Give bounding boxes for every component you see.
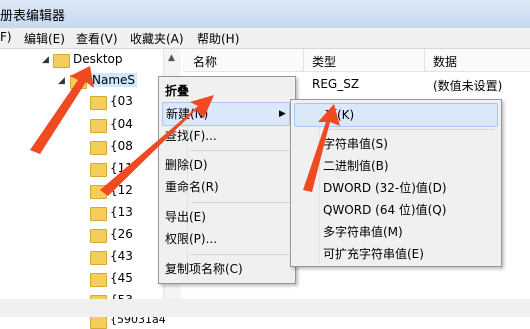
menu-item-export[interactable]: 导出(E) xyxy=(163,206,289,228)
menu-item-label: 新建(N) xyxy=(166,107,209,121)
expand-arrow-icon[interactable]: ◢ xyxy=(58,76,65,86)
tree-item[interactable]: {12 xyxy=(110,183,133,197)
tree-item[interactable]: {43 xyxy=(110,249,133,263)
menu-view[interactable]: 查看(V) xyxy=(76,30,118,47)
new-submenu: 项(K) 字符串值(S) 二进制值(B) DWORD (32-位)值(D) QW… xyxy=(290,99,502,267)
menu-separator xyxy=(323,129,495,130)
submenu-item-binary[interactable]: 二进制值(B) xyxy=(295,155,497,177)
folder-icon xyxy=(90,119,107,133)
menu-item-label: 折叠 xyxy=(165,84,190,98)
menu-help[interactable]: 帮助(H) xyxy=(197,30,239,47)
menu-item-label: 可扩充字符串值(E) xyxy=(323,247,424,261)
folder-icon xyxy=(90,185,107,199)
folder-icon xyxy=(90,163,107,177)
row-data: (数值未设置) xyxy=(433,79,503,93)
folder-icon xyxy=(53,54,70,68)
menu-item-label: 查找(F)... xyxy=(165,129,217,143)
tree-item[interactable]: {13 xyxy=(110,205,133,219)
folder-icon xyxy=(90,207,107,221)
menu-item-label: 权限(P)... xyxy=(165,232,218,246)
menu-favorites[interactable]: 收藏夹(A) xyxy=(130,30,184,47)
menu-edit[interactable]: 编辑(E) xyxy=(24,30,65,47)
menu-separator xyxy=(191,150,291,151)
tree-item[interactable]: {11 xyxy=(110,161,133,175)
menu-item-label: 导出(E) xyxy=(165,210,206,224)
submenu-item-dword[interactable]: DWORD (32-位)值(D) xyxy=(295,177,497,199)
menu-separator xyxy=(191,254,291,255)
expand-arrow-icon[interactable]: ◢ xyxy=(42,55,49,65)
status-strip xyxy=(0,299,530,317)
menu-item-label: 项(K) xyxy=(325,108,355,122)
submenu-item-expandable-string[interactable]: 可扩充字符串值(E) xyxy=(295,243,497,265)
registry-tree[interactable]: ◢ Desktop ◢ NameS {03 {04 {08 {11 {12 {1… xyxy=(0,49,181,329)
submenu-item-qword[interactable]: QWORD (64 位)值(Q) xyxy=(295,199,497,221)
menu-item-new[interactable]: 新建(N) ▶ xyxy=(162,102,290,126)
column-name[interactable]: 名称 xyxy=(193,53,217,70)
folder-icon xyxy=(90,141,107,155)
menu-item-permissions[interactable]: 权限(P)... xyxy=(163,228,289,250)
menu-file[interactable]: F) xyxy=(0,30,12,44)
tree-item[interactable]: {04 xyxy=(110,117,133,131)
list-header: 名称 类型 数据 xyxy=(183,49,530,72)
folder-icon xyxy=(90,251,107,265)
window-title: 册表编辑器 xyxy=(0,9,66,24)
tree-item[interactable]: {08 xyxy=(110,139,133,153)
column-divider[interactable] xyxy=(424,49,425,71)
folder-icon xyxy=(90,229,107,243)
menu-item-copy-key-name[interactable]: 复制项名称(C) xyxy=(163,258,289,280)
menu-item-label: 多字符串值(M) xyxy=(323,225,403,239)
submenu-item-multi-string[interactable]: 多字符串值(M) xyxy=(295,221,497,243)
menu-item-rename[interactable]: 重命名(R) xyxy=(163,176,289,198)
folder-icon xyxy=(90,96,107,110)
submenu-item-string[interactable]: 字符串值(S) xyxy=(295,133,497,155)
menu-separator xyxy=(191,202,291,203)
folder-icon xyxy=(70,75,87,89)
menu-item-label: 二进制值(B) xyxy=(323,159,389,173)
column-data[interactable]: 数据 xyxy=(433,53,457,70)
menu-item-collapse[interactable]: 折叠 xyxy=(163,80,289,102)
folder-icon xyxy=(90,273,107,287)
tree-item-namespace[interactable]: NameS xyxy=(90,73,138,87)
tree-item[interactable]: {03 xyxy=(110,94,133,108)
title-bar: 册表编辑器 xyxy=(0,0,530,28)
menu-bar: F) 编辑(E) 查看(V) 收藏夹(A) 帮助(H) xyxy=(0,28,530,49)
tree-item[interactable]: {45 xyxy=(110,271,133,285)
folder-icon xyxy=(90,315,107,329)
submenu-arrow-icon: ▶ xyxy=(279,109,286,119)
menu-item-label: DWORD (32-位)值(D) xyxy=(323,181,447,195)
menu-item-label: QWORD (64 位)值(Q) xyxy=(323,203,447,217)
menu-item-label: 删除(D) xyxy=(165,158,208,172)
row-type: REG_SZ xyxy=(312,77,360,91)
context-menu: 折叠 新建(N) ▶ 查找(F)... 删除(D) 重命名(R) 导出(E) 权… xyxy=(158,76,296,284)
scroll-up-icon[interactable]: ▲ xyxy=(168,53,175,63)
menu-item-label: 重命名(R) xyxy=(165,180,219,194)
menu-item-find[interactable]: 查找(F)... xyxy=(163,125,289,147)
menu-item-label: 复制项名称(C) xyxy=(165,262,243,276)
column-divider[interactable] xyxy=(303,49,304,71)
tree-item-desktop[interactable]: Desktop xyxy=(73,52,123,66)
menu-item-delete[interactable]: 删除(D) xyxy=(163,154,289,176)
tree-item[interactable]: {26 xyxy=(110,227,133,241)
menu-item-label: 字符串值(S) xyxy=(323,137,388,151)
column-type[interactable]: 类型 xyxy=(312,53,336,70)
submenu-item-key[interactable]: 项(K) xyxy=(294,103,498,127)
